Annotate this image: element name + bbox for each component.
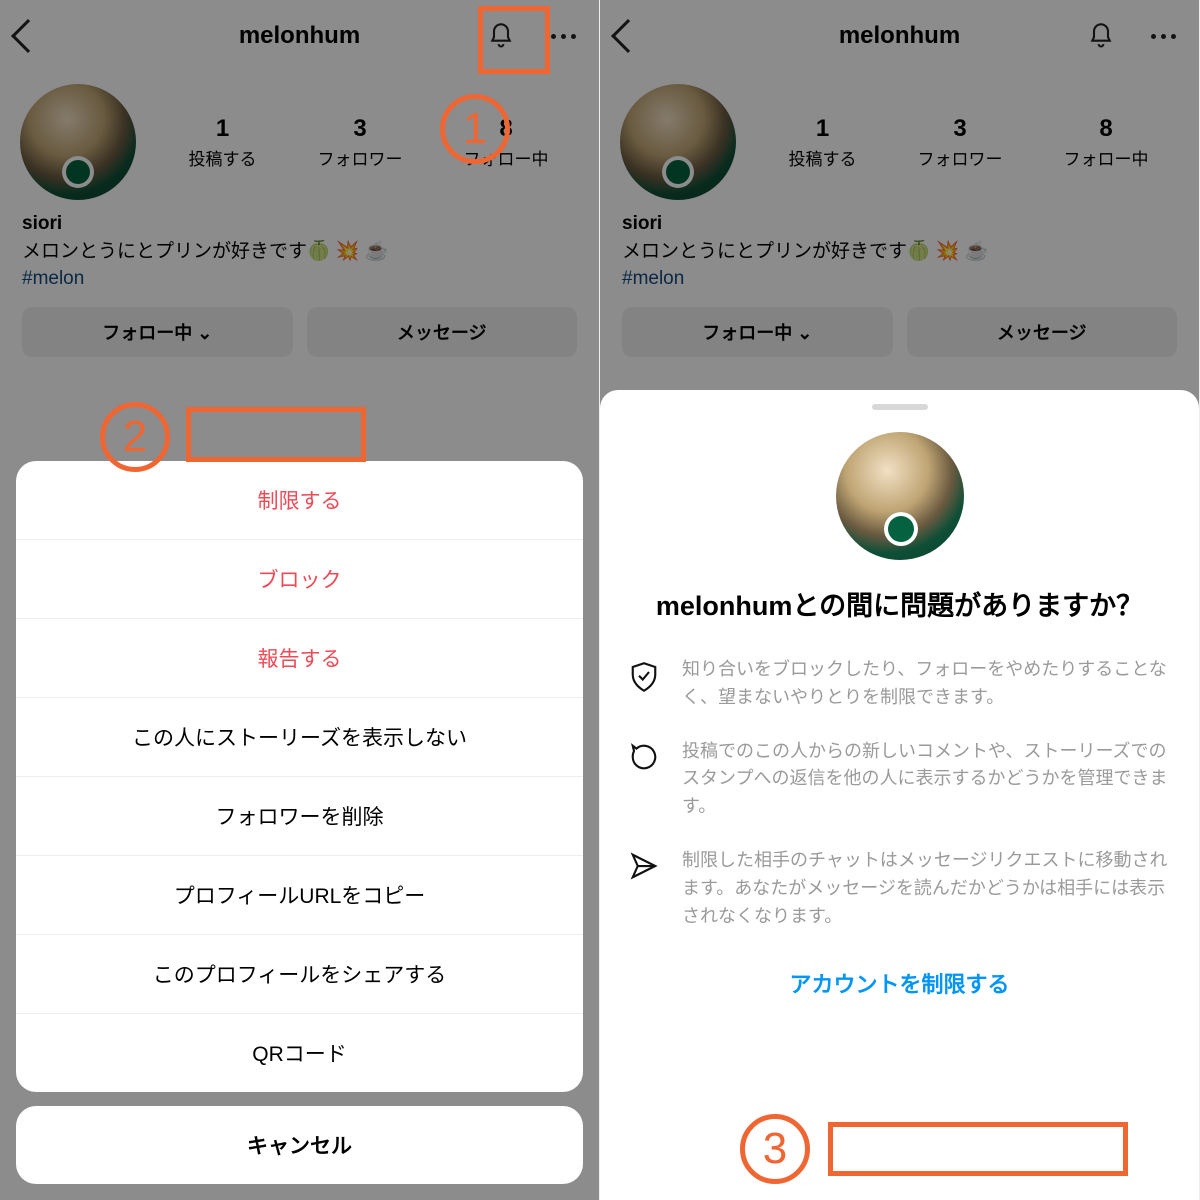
info-text-1: 知り合いをブロックしたり、フォローをやめたりすることなく、望まないやりとりを制限… bbox=[682, 656, 1171, 712]
stats-row: 1投稿する 3フォロワー 8フォロー中 bbox=[758, 115, 1179, 170]
info-row-3: 制限した相手のチャットはメッセージリクエストに移動されます。あなたがメッセージを… bbox=[628, 847, 1171, 931]
message-button[interactable]: メッセージ bbox=[907, 307, 1178, 357]
screen-1: melonhum 1投稿する 3フォロワー 8フォロー中 siori メロンとう… bbox=[0, 0, 600, 1200]
stat-followers[interactable]: 3フォロワー bbox=[918, 115, 1003, 170]
panel-title: melonhumとの間に問題がありますか？ bbox=[628, 588, 1171, 626]
shield-icon bbox=[628, 656, 660, 712]
header-title: melonhum bbox=[600, 22, 1199, 50]
sheet-share-profile[interactable]: このプロフィールをシェアする bbox=[16, 935, 583, 1014]
sheet-cancel[interactable]: キャンセル bbox=[16, 1106, 583, 1184]
sheet-qr-code[interactable]: QRコード bbox=[16, 1014, 583, 1092]
info-text-2: 投稿でのこの人からの新しいコメントや、ストーリーズでのスタンプへの返信を他の人に… bbox=[682, 738, 1171, 822]
sheet-hide-story[interactable]: この人にストーリーズを表示しない bbox=[16, 698, 583, 777]
annotation-box-3 bbox=[828, 1122, 1128, 1176]
header: melonhum bbox=[600, 0, 1199, 72]
action-sheet: 制限する ブロック 報告する この人にストーリーズを表示しない フォロワーを削除… bbox=[16, 461, 583, 1092]
send-icon bbox=[628, 847, 660, 931]
sheet-report[interactable]: 報告する bbox=[16, 619, 583, 698]
grabber-handle[interactable] bbox=[872, 404, 928, 410]
display-name: siori bbox=[622, 210, 1177, 238]
sheet-restrict[interactable]: 制限する bbox=[16, 461, 583, 540]
comment-icon bbox=[628, 738, 660, 822]
bio: siori メロンとうにとプリンが好きです🍈 💥 ☕️ #melon bbox=[600, 204, 1199, 307]
overlay: 制限する ブロック 報告する この人にストーリーズを表示しない フォロワーを削除… bbox=[0, 0, 599, 1200]
avatar bbox=[836, 432, 964, 560]
profile-actions: フォロー中 ⌄ メッセージ bbox=[600, 307, 1199, 375]
annotation-circle-1: 1 bbox=[440, 94, 510, 164]
restrict-panel: melonhumとの間に問題がありますか？ 知り合いをブロックしたり、フォローを… bbox=[600, 390, 1199, 1200]
sheet-block[interactable]: ブロック bbox=[16, 540, 583, 619]
screen-2: melonhum 1投稿する 3フォロワー 8フォロー中 siori メロンとう… bbox=[600, 0, 1200, 1200]
stat-posts[interactable]: 1投稿する bbox=[789, 115, 857, 170]
profile-strip: 1投稿する 3フォロワー 8フォロー中 bbox=[600, 72, 1199, 204]
sheet-copy-url[interactable]: プロフィールURLをコピー bbox=[16, 856, 583, 935]
annotation-circle-3: 3 bbox=[740, 1114, 810, 1184]
hashtag-link[interactable]: #melon bbox=[622, 265, 1177, 293]
annotation-circle-2: 2 bbox=[100, 402, 170, 472]
bio-text: メロンとうにとプリンが好きです🍈 💥 ☕️ bbox=[622, 238, 1177, 266]
annotation-box-2 bbox=[186, 407, 366, 462]
restrict-account-button[interactable]: アカウントを制限する bbox=[628, 957, 1171, 1009]
info-text-3: 制限した相手のチャットはメッセージリクエストに移動されます。あなたがメッセージを… bbox=[682, 847, 1171, 931]
sheet-remove-follower[interactable]: フォロワーを削除 bbox=[16, 777, 583, 856]
annotation-box-1 bbox=[478, 6, 550, 74]
info-row-1: 知り合いをブロックしたり、フォローをやめたりすることなく、望まないやりとりを制限… bbox=[628, 656, 1171, 712]
info-row-2: 投稿でのこの人からの新しいコメントや、ストーリーズでのスタンプへの返信を他の人に… bbox=[628, 738, 1171, 822]
action-sheet-wrap: 制限する ブロック 報告する この人にストーリーズを表示しない フォロワーを削除… bbox=[0, 461, 599, 1200]
following-button[interactable]: フォロー中 ⌄ bbox=[622, 307, 893, 357]
stat-following[interactable]: 8フォロー中 bbox=[1064, 115, 1149, 170]
avatar[interactable] bbox=[620, 84, 736, 200]
